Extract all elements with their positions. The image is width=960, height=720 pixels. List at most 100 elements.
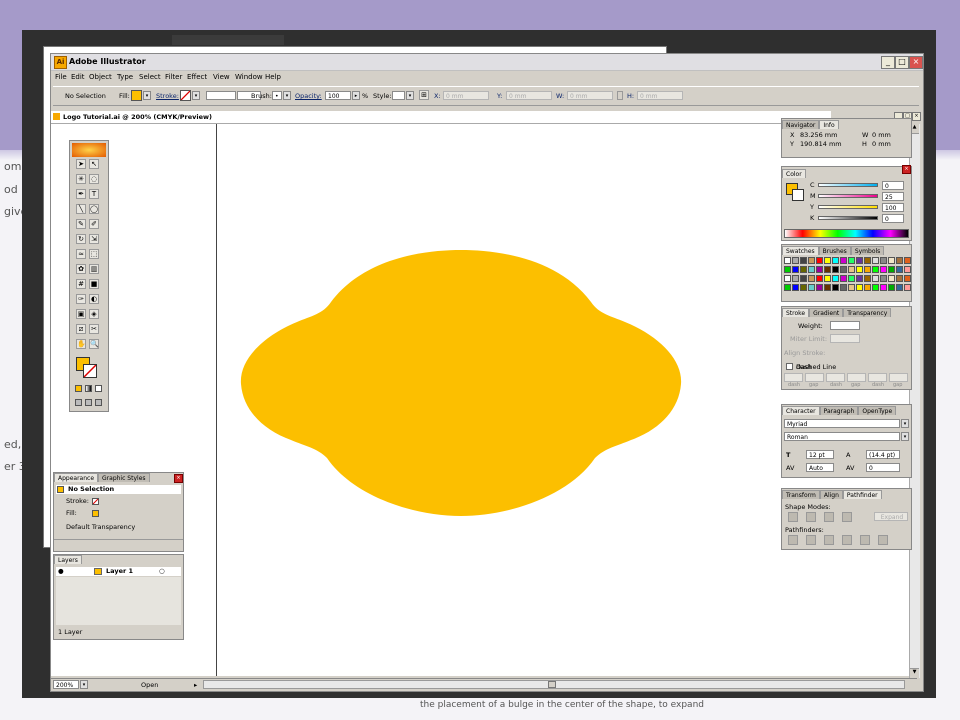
swatch[interactable] bbox=[848, 284, 855, 291]
screen-mode-icon[interactable] bbox=[85, 399, 92, 406]
scale-tool-icon[interactable]: ⇲ bbox=[89, 234, 99, 244]
color-spectrum[interactable] bbox=[784, 229, 909, 238]
font-family-field[interactable]: Myriad bbox=[784, 419, 900, 428]
shape-mode-icon[interactable] bbox=[788, 512, 798, 522]
swatch[interactable] bbox=[792, 275, 799, 282]
warp-tool-icon[interactable]: ≈ bbox=[76, 249, 86, 259]
swatch[interactable] bbox=[904, 275, 911, 282]
menu-object[interactable]: Object bbox=[89, 73, 112, 81]
swatch[interactable] bbox=[904, 257, 911, 264]
tab-transform[interactable]: Transform bbox=[782, 490, 820, 499]
tab-brushes[interactable]: Brushes bbox=[818, 246, 851, 255]
swatch[interactable] bbox=[784, 284, 791, 291]
swatch[interactable] bbox=[864, 275, 871, 282]
tab-gradient[interactable]: Gradient bbox=[809, 308, 844, 317]
close-button[interactable]: × bbox=[909, 56, 923, 69]
swatch[interactable] bbox=[816, 266, 823, 273]
tab-align[interactable]: Align bbox=[819, 490, 843, 499]
swatch[interactable] bbox=[816, 275, 823, 282]
swatch[interactable] bbox=[888, 275, 895, 282]
live-paint-tool-icon[interactable]: ▣ bbox=[76, 309, 86, 319]
tab-navigator[interactable]: Navigator bbox=[782, 120, 820, 129]
tab-color[interactable]: Color bbox=[782, 169, 806, 178]
swatch[interactable] bbox=[784, 275, 791, 282]
swatch[interactable] bbox=[832, 257, 839, 264]
screen-mode-icon[interactable] bbox=[95, 399, 102, 406]
gradient-mode-icon[interactable] bbox=[85, 385, 92, 392]
swatch[interactable] bbox=[824, 257, 831, 264]
swatch[interactable] bbox=[800, 266, 807, 273]
color-channel-field[interactable]: 100 bbox=[882, 203, 904, 212]
kerning-field[interactable]: Auto bbox=[806, 463, 834, 472]
menu-select[interactable]: Select bbox=[139, 73, 161, 81]
stroke-label[interactable]: Stroke: bbox=[156, 92, 179, 100]
slice-tool-icon[interactable]: ⧄ bbox=[76, 324, 86, 334]
pathfinder-icon[interactable] bbox=[860, 535, 870, 545]
swatch[interactable] bbox=[872, 284, 879, 291]
weight-field[interactable] bbox=[830, 321, 860, 330]
fill-dropdown[interactable]: ▾ bbox=[143, 91, 151, 100]
close-icon[interactable]: × bbox=[902, 165, 911, 174]
pathfinder-icon[interactable] bbox=[788, 535, 798, 545]
color-mode-icon[interactable] bbox=[75, 385, 82, 392]
pathfinder-icon[interactable] bbox=[824, 535, 834, 545]
swatch[interactable] bbox=[824, 275, 831, 282]
menu-help[interactable]: Help bbox=[265, 73, 281, 81]
tab-character[interactable]: Character bbox=[782, 406, 820, 415]
menu-window[interactable]: Window bbox=[235, 73, 263, 81]
swatch[interactable] bbox=[896, 257, 903, 264]
menu-view[interactable]: View bbox=[213, 73, 230, 81]
swatch[interactable] bbox=[896, 284, 903, 291]
color-channel-field[interactable]: 0 bbox=[882, 181, 904, 190]
tab-layers[interactable]: Layers bbox=[54, 555, 82, 564]
x-field[interactable]: 0 mm bbox=[443, 91, 489, 100]
doc-close-button[interactable]: × bbox=[912, 112, 921, 121]
lasso-tool-icon[interactable]: ◌ bbox=[89, 174, 99, 184]
swatch[interactable] bbox=[784, 266, 791, 273]
tab-graphic-styles[interactable]: Graphic Styles bbox=[98, 473, 150, 482]
paintbrush-tool-icon[interactable]: ✎ bbox=[76, 219, 86, 229]
swatch[interactable] bbox=[856, 257, 863, 264]
miter-field[interactable] bbox=[830, 334, 860, 343]
brush-field[interactable]: • bbox=[272, 91, 282, 100]
swatch[interactable] bbox=[848, 266, 855, 273]
layer-row[interactable]: ● Layer 1 ○ bbox=[56, 567, 181, 576]
swatch[interactable] bbox=[888, 284, 895, 291]
swatch[interactable] bbox=[832, 284, 839, 291]
hand-tool-icon[interactable]: ✋ bbox=[76, 339, 86, 349]
opacity-dropdown[interactable]: ▸ bbox=[352, 91, 360, 100]
symbol-sprayer-tool-icon[interactable]: ✿ bbox=[76, 264, 86, 274]
swatch[interactable] bbox=[824, 284, 831, 291]
menu-effect[interactable]: Effect bbox=[187, 73, 207, 81]
stroke-dropdown[interactable]: ▾ bbox=[192, 91, 200, 100]
pathfinder-icon[interactable] bbox=[842, 535, 852, 545]
lemon-shape[interactable] bbox=[239, 250, 683, 520]
eye-icon[interactable]: ● bbox=[58, 567, 64, 576]
color-channel-field[interactable]: 0 bbox=[882, 214, 904, 223]
swatch[interactable] bbox=[880, 266, 887, 273]
minimize-button[interactable]: _ bbox=[881, 56, 895, 69]
color-channel-slider[interactable] bbox=[818, 194, 878, 198]
color-channel-slider[interactable] bbox=[818, 183, 878, 187]
swatch[interactable] bbox=[808, 284, 815, 291]
style-field[interactable] bbox=[392, 91, 405, 100]
magic-wand-tool-icon[interactable]: ✳ bbox=[76, 174, 86, 184]
appearance-row[interactable]: Default Transparency bbox=[66, 523, 135, 532]
menu-filter[interactable]: Filter bbox=[165, 73, 182, 81]
menu-file[interactable]: File bbox=[55, 73, 67, 81]
leading-field[interactable]: (14.4 pt) bbox=[866, 450, 900, 459]
pen-tool-icon[interactable]: ✒ bbox=[76, 189, 86, 199]
swatch[interactable] bbox=[872, 266, 879, 273]
tab-pathfinder[interactable]: Pathfinder bbox=[842, 490, 882, 499]
swatch[interactable] bbox=[800, 284, 807, 291]
maximize-button[interactable]: □ bbox=[895, 56, 909, 69]
eyedropper-tool-icon[interactable]: ✑ bbox=[76, 294, 86, 304]
direct-selection-tool-icon[interactable]: ↖ bbox=[89, 159, 99, 169]
swatch[interactable] bbox=[856, 284, 863, 291]
color-channel-slider[interactable] bbox=[818, 216, 878, 220]
shape-mode-icon[interactable] bbox=[806, 512, 816, 522]
tab-swatches[interactable]: Swatches bbox=[782, 246, 819, 255]
pencil-tool-icon[interactable]: ✐ bbox=[89, 219, 99, 229]
layer-name[interactable]: Layer 1 bbox=[106, 567, 133, 576]
status-arrow-icon[interactable]: ▸ bbox=[194, 681, 197, 689]
